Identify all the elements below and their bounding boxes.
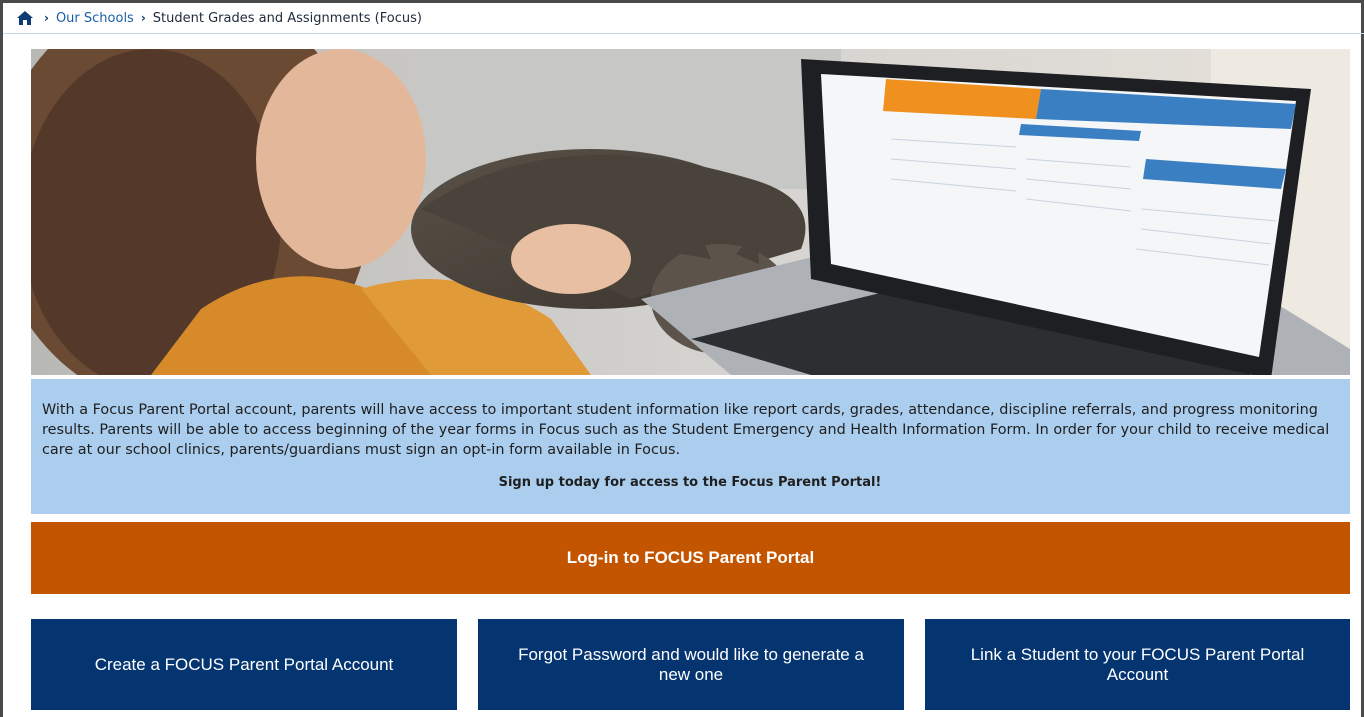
link-student-button[interactable]: Link a Student to your FOCUS Parent Port…	[925, 619, 1350, 710]
breadcrumb-our-schools[interactable]: Our Schools	[56, 11, 134, 26]
chevron-right-icon: ›	[44, 11, 49, 25]
hero-image	[31, 49, 1350, 375]
home-icon[interactable]	[17, 11, 33, 25]
forgot-password-button[interactable]: Forgot Password and would like to genera…	[478, 619, 904, 710]
info-paragraph: With a Focus Parent Portal account, pare…	[42, 402, 1330, 458]
create-account-button[interactable]: Create a FOCUS Parent Portal Account	[31, 619, 457, 710]
signup-callout: Sign up today for access to the Focus Pa…	[498, 475, 882, 490]
chevron-right-icon: ›	[140, 11, 146, 25]
breadcrumb-current-page: Student Grades and Assignments (Focus)	[152, 10, 422, 26]
info-panel: With a Focus Parent Portal account, pare…	[31, 379, 1350, 514]
breadcrumb: › Our Schools › Student Grades and Assig…	[3, 3, 1364, 34]
login-button[interactable]: Log-in to FOCUS Parent Portal	[31, 522, 1350, 594]
